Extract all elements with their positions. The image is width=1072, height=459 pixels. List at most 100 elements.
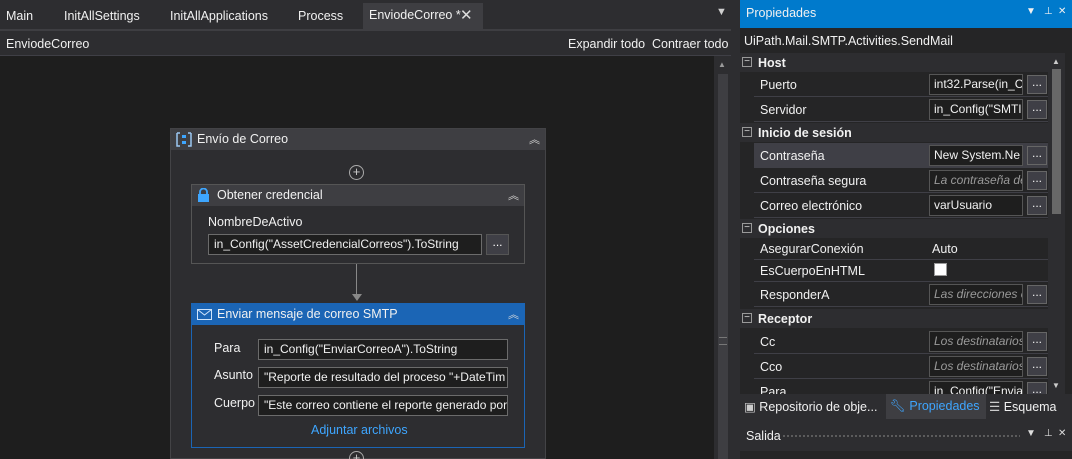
category-host[interactable]: − Host (740, 53, 1048, 72)
add-activity-icon[interactable]: + (349, 165, 364, 180)
pin-icon[interactable]: ⊥ (1044, 6, 1053, 17)
property-editor-button[interactable]: ... (1027, 382, 1047, 394)
chevron-down-icon[interactable]: ▼ (1026, 6, 1036, 17)
property-row-correo[interactable]: Correo electrónico varUsuario ... (754, 193, 1048, 218)
output-toolbar (740, 451, 1072, 459)
collapse-toggle-icon[interactable]: − (742, 57, 752, 67)
category-login[interactable]: − Inicio de sesión (740, 123, 1048, 142)
property-row-contrasena-segura[interactable]: Contraseña segura La contraseña de ... (754, 168, 1048, 193)
property-row-cco[interactable]: Cco Los destinatarios ... (754, 354, 1048, 379)
category-receptor[interactable]: − Receptor (740, 309, 1048, 328)
property-editor-button[interactable]: ... (1027, 146, 1047, 165)
property-name: Servidor (760, 103, 807, 117)
properties-title: Propiedades (746, 6, 817, 20)
activity-get-credential[interactable]: Obtener credencial ︽ NombreDeActivo in_C… (191, 184, 525, 264)
property-row-puerto[interactable]: Puerto int32.Parse(in_C ... (754, 72, 1048, 97)
tab-label: Esquema (1003, 400, 1057, 414)
scroll-down-icon[interactable]: ▼ (1052, 381, 1060, 390)
tab-label: Repositorio de obje... (759, 400, 878, 414)
property-editor-button[interactable]: ... (1027, 332, 1047, 351)
tab-object-repository[interactable]: ▣ Repositorio de obje... (744, 399, 877, 414)
property-editor-button[interactable]: ... (1027, 100, 1047, 119)
collapse-toggle-icon[interactable]: − (742, 223, 752, 233)
properties-panel: Propiedades ▼ ⊥ ✕ UiPath.Mail.SMTP.Activ… (740, 0, 1072, 394)
scroll-up-icon[interactable]: ▲ (718, 60, 726, 69)
property-value-field[interactable]: La contraseña de (929, 170, 1023, 191)
panel-splitter[interactable] (731, 0, 740, 459)
asset-name-editor-button[interactable]: ... (486, 234, 509, 255)
scroll-up-icon[interactable]: ▲ (1052, 57, 1060, 66)
output-title: Salida (746, 429, 781, 443)
add-activity-icon[interactable]: + (349, 451, 364, 459)
sequence-header[interactable]: Envío de Correo ︽ (171, 129, 545, 150)
expand-all-button[interactable]: Expandir todo (568, 37, 645, 51)
category-options[interactable]: − Opciones (740, 219, 1048, 238)
scrollbar-thumb[interactable] (718, 74, 728, 459)
property-editor-button[interactable]: ... (1027, 196, 1047, 215)
property-row-escuerpoenhtml[interactable]: EsCuerpoEnHTML (754, 260, 1048, 282)
property-editor-button[interactable]: ... (1027, 75, 1047, 94)
close-icon[interactable]: ✕ (1058, 6, 1066, 17)
to-field[interactable]: in_Config("EnviarCorreoA").ToString (258, 339, 508, 360)
panel-tab-bar: ▣ Repositorio de obje... 🔧︎ Propiedades … (740, 394, 1072, 419)
property-value-select[interactable]: Auto (932, 242, 958, 256)
tab-properties[interactable]: 🔧︎ Propiedades (886, 394, 986, 419)
subject-field[interactable]: "Reporte de resultado del proceso "+Date… (258, 367, 508, 388)
property-row-contrasena[interactable]: Contraseña New System.Ne ... (754, 143, 1048, 168)
activity-title: Obtener credencial (217, 188, 323, 202)
properties-scrollbar[interactable]: ▲ ▼ (1048, 53, 1065, 394)
canvas-scrollbar[interactable]: ▲ (714, 56, 731, 459)
property-checkbox[interactable] (934, 263, 947, 276)
collapse-toggle-icon[interactable]: − (742, 127, 752, 137)
tab-main[interactable]: Main (6, 6, 33, 27)
breadcrumb[interactable]: EnviodeCorreo (6, 37, 89, 51)
tab-enviodecorreo-label: EnviodeCorreo * (369, 8, 461, 22)
activity-header[interactable]: Enviar mensaje de correo SMTP ︽ (192, 304, 524, 325)
collapse-toggle-icon[interactable]: − (742, 313, 752, 323)
drag-grip[interactable] (782, 434, 1020, 438)
subject-label: Asunto (214, 368, 253, 382)
tab-initallsettings[interactable]: InitAllSettings (64, 6, 140, 27)
close-icon[interactable]: ✕ (1058, 428, 1066, 439)
chevron-down-icon[interactable]: ▼ (1026, 428, 1036, 439)
property-value-field[interactable]: Las direcciones c (929, 284, 1023, 305)
flow-connector (356, 264, 357, 297)
chevron-down-icon[interactable]: ▼ (716, 6, 727, 18)
property-row-servidor[interactable]: Servidor in_Config("SMTI ... (754, 97, 1048, 122)
property-row-responder-a[interactable]: ResponderA Las direcciones c ... (754, 282, 1048, 307)
body-field[interactable]: "Este correo contiene el reporte generad… (258, 395, 508, 416)
property-row-para[interactable]: Para in_Config("Envia ... (754, 379, 1048, 394)
pin-icon[interactable]: ⊥ (1044, 428, 1053, 439)
tab-outline[interactable]: ☰ Esquema (989, 399, 1057, 414)
collapse-icon[interactable]: ︽ (508, 187, 519, 203)
repository-icon: ▣ (744, 400, 756, 414)
collapse-icon[interactable]: ︽ (529, 131, 540, 147)
property-value-field[interactable]: Los destinatarios (929, 356, 1023, 377)
property-value-field[interactable]: int32.Parse(in_C (929, 74, 1023, 95)
scrollbar-thumb[interactable] (1052, 69, 1061, 214)
activity-type-name: UiPath.Mail.SMTP.Activities.SendMail (740, 28, 1072, 53)
collapse-icon[interactable]: ︽ (508, 306, 519, 322)
property-row-asegurar-conexion[interactable]: AsegurarConexión Auto (754, 238, 1048, 260)
property-value-field[interactable]: in_Config("Envia (929, 381, 1023, 394)
asset-name-field[interactable]: in_Config("AssetCredencialCorreos").ToSt… (208, 234, 482, 255)
category-label: Host (758, 56, 786, 70)
tab-process[interactable]: Process (298, 6, 343, 27)
property-name: Cc (760, 335, 776, 349)
property-value-field[interactable]: in_Config("SMTI (929, 99, 1023, 120)
attach-files-link[interactable]: Adjuntar archivos (311, 423, 408, 437)
property-editor-button[interactable]: ... (1027, 171, 1047, 190)
activity-send-smtp[interactable]: Enviar mensaje de correo SMTP ︽ Para in_… (191, 303, 525, 448)
property-editor-button[interactable]: ... (1027, 357, 1047, 376)
property-row-cc[interactable]: Cc Los destinatarios ... (754, 329, 1048, 354)
tab-initallapplications[interactable]: InitAllApplications (170, 6, 268, 27)
collapse-all-button[interactable]: Contraer todo (652, 37, 728, 51)
tab-enviodecorreo[interactable]: EnviodeCorreo * ✕ (363, 3, 483, 29)
close-icon[interactable]: ✕ (460, 4, 473, 28)
property-editor-button[interactable]: ... (1027, 285, 1047, 304)
grip-icon (719, 337, 727, 345)
property-value-field[interactable]: Los destinatarios (929, 331, 1023, 352)
property-value-field[interactable]: New System.Ne (929, 145, 1023, 166)
property-value-field[interactable]: varUsuario (929, 195, 1023, 216)
activity-header[interactable]: Obtener credencial ︽ (192, 185, 524, 206)
